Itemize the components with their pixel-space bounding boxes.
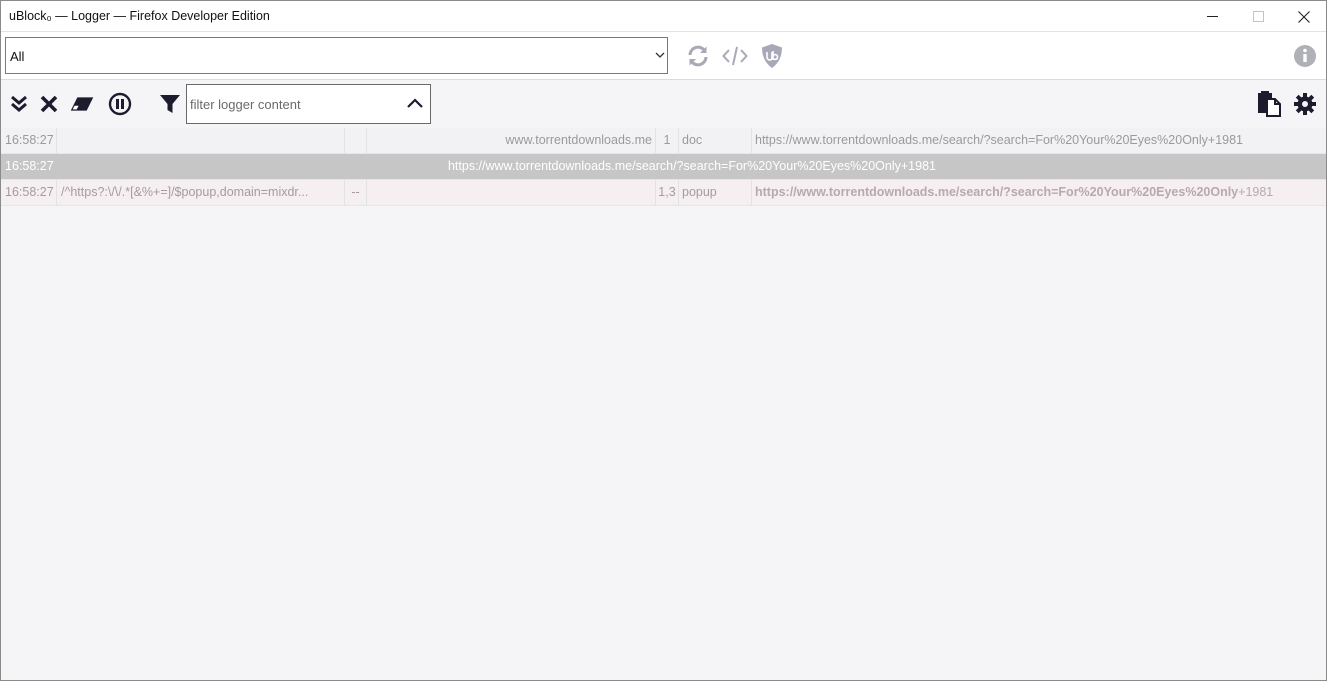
clear-button[interactable] bbox=[37, 92, 61, 116]
popup-panel-button[interactable] bbox=[759, 43, 785, 69]
logger-table: 16:58:27 www.torrentdownloads.me 1 doc h… bbox=[1, 128, 1326, 206]
settings-button[interactable] bbox=[1293, 92, 1317, 116]
tab-selector-value: All bbox=[10, 49, 25, 64]
info-icon bbox=[1294, 45, 1316, 67]
entry-flag bbox=[344, 128, 366, 153]
reload-icon bbox=[688, 45, 708, 67]
table-row-document[interactable]: 16:58:27 https://www.torrentdownloads.me… bbox=[1, 154, 1326, 180]
entry-url: https://www.torrentdownloads.me/search/?… bbox=[751, 128, 1326, 153]
table-row-blocked[interactable]: 16:58:27 /^https?:\/\/.*[&%+=]/$popup,do… bbox=[1, 180, 1326, 206]
filter-toggle-button[interactable] bbox=[158, 92, 182, 116]
entry-flag: -- bbox=[344, 180, 366, 205]
logger-top-bar: All bbox=[1, 32, 1326, 80]
export-button[interactable] bbox=[1255, 90, 1283, 118]
minimize-button[interactable] bbox=[1189, 1, 1235, 32]
entry-type: doc bbox=[678, 128, 751, 153]
eraser-icon bbox=[70, 97, 94, 111]
close-icon bbox=[1298, 10, 1310, 23]
table-row[interactable]: 16:58:27 www.torrentdownloads.me 1 doc h… bbox=[1, 128, 1326, 154]
pause-icon bbox=[108, 92, 132, 116]
chevron-up-icon bbox=[407, 98, 423, 108]
dom-inspector-button[interactable] bbox=[722, 43, 748, 69]
entry-context: www.torrentdownloads.me bbox=[366, 128, 655, 153]
entry-context bbox=[366, 180, 655, 205]
ublock-shield-icon bbox=[762, 44, 782, 68]
entry-time: 16:58:27 bbox=[5, 159, 54, 173]
code-icon bbox=[722, 46, 748, 66]
title-bar: uBlock₀ — Logger — Firefox Developer Edi… bbox=[1, 1, 1326, 32]
maximize-icon bbox=[1252, 11, 1264, 22]
pause-button[interactable] bbox=[108, 92, 132, 116]
erase-button[interactable] bbox=[70, 92, 94, 116]
entry-party: 1 bbox=[655, 128, 678, 153]
gear-icon bbox=[1294, 93, 1316, 115]
url-matched-part: https://www.torrentdownloads.me/search/?… bbox=[755, 185, 1239, 199]
minimize-icon bbox=[1206, 16, 1218, 17]
reload-tab-button[interactable] bbox=[685, 43, 711, 69]
double-chevron-down-icon bbox=[11, 95, 27, 112]
url-rest-part: +1981 bbox=[1238, 185, 1274, 199]
document-url: https://www.torrentdownloads.me/search/?… bbox=[447, 159, 936, 173]
funnel-icon bbox=[160, 95, 180, 113]
window-title: uBlock₀ — Logger — Firefox Developer Edi… bbox=[9, 9, 270, 23]
entry-type: popup bbox=[678, 180, 751, 205]
entry-url: https://www.torrentdownloads.me/search/?… bbox=[751, 180, 1326, 205]
entry-party: 1,3 bbox=[655, 180, 678, 205]
entry-filter[interactable]: /^https?:\/\/.*[&%+=]/$popup,domain=mixd… bbox=[56, 180, 344, 205]
expand-button[interactable] bbox=[7, 92, 31, 116]
filter-expander-button[interactable] bbox=[406, 94, 424, 117]
filter-box bbox=[186, 84, 431, 124]
clipboard-icon bbox=[1258, 91, 1281, 117]
entry-time: 16:58:27 bbox=[5, 185, 54, 199]
chevron-down-icon bbox=[655, 52, 665, 58]
tab-selector[interactable]: All bbox=[5, 37, 668, 74]
logger-toolbar bbox=[1, 81, 1326, 128]
x-icon bbox=[40, 95, 58, 113]
maximize-button[interactable] bbox=[1235, 1, 1281, 32]
info-button[interactable] bbox=[1292, 43, 1318, 69]
entry-filter bbox=[56, 128, 344, 153]
filter-input[interactable] bbox=[188, 86, 398, 122]
close-window-button[interactable] bbox=[1281, 1, 1327, 32]
entry-time: 16:58:27 bbox=[5, 133, 54, 147]
